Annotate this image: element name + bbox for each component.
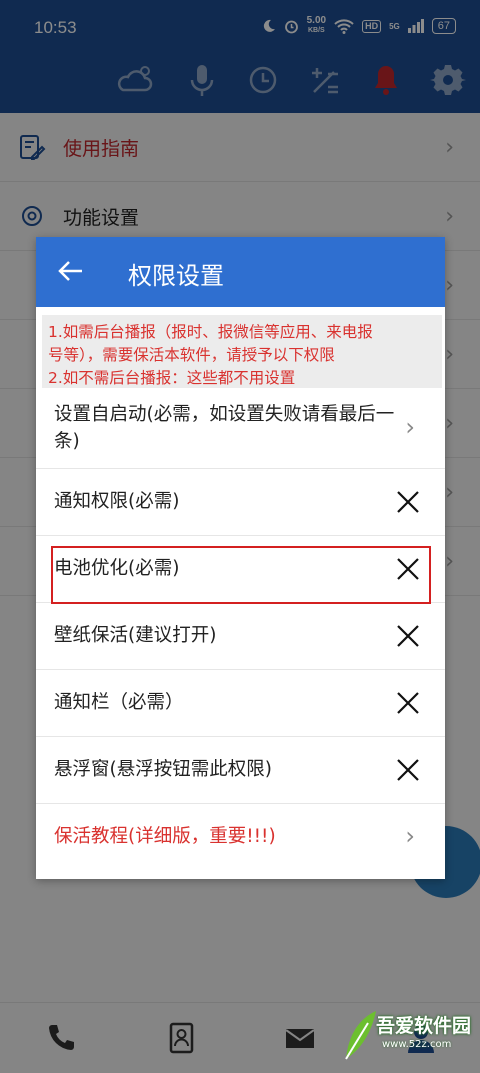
- row-label: 电池优化(必需): [54, 558, 180, 579]
- permission-row-autostart[interactable]: 设置自启动(必需，如设置失败请看最后一条) ›: [36, 388, 445, 469]
- permission-row-overlay[interactable]: 悬浮窗(悬浮按钮需此权限): [36, 737, 445, 804]
- dialog-header: 权限设置: [36, 237, 445, 307]
- close-icon[interactable]: [395, 690, 421, 716]
- notice-line: 2.如不需后台播报：这些都不用设置: [48, 369, 296, 387]
- permission-row-notification[interactable]: 通知权限(必需): [36, 469, 445, 536]
- keepalive-tutorial-row[interactable]: 保活教程(详细版，重要!!!) ›: [36, 804, 445, 871]
- row-label: 保活教程(详细版，重要!!!): [54, 826, 276, 847]
- notice-line: 1.如需后台播报（报时、报微信等应用、来电报: [48, 323, 373, 341]
- watermark-logo: 吾爱软件园 www.52z.com: [342, 1003, 472, 1069]
- permission-row-wallpaper[interactable]: 壁纸保活(建议打开): [36, 603, 445, 670]
- row-label: 通知栏（必需）: [54, 692, 184, 713]
- chevron-right-icon: ›: [405, 413, 415, 441]
- row-label: 悬浮窗(悬浮按钮需此权限): [54, 759, 272, 780]
- row-label: 通知权限(必需): [54, 491, 180, 512]
- permission-row-notification-bar[interactable]: 通知栏（必需）: [36, 670, 445, 737]
- chevron-right-icon: ›: [405, 822, 415, 850]
- close-icon[interactable]: [395, 489, 421, 515]
- notice-box: 1.如需后台播报（报时、报微信等应用、来电报 号等），需要保活本软件，请授予以下…: [42, 315, 442, 388]
- leaf-icon: [345, 1011, 376, 1060]
- watermark-url: www.52z.com: [382, 1039, 452, 1050]
- row-label: 壁纸保活(建议打开): [54, 625, 217, 646]
- back-arrow-icon[interactable]: [56, 256, 86, 286]
- notice-line: 号等），需要保活本软件，请授予以下权限: [48, 346, 335, 364]
- watermark-text: 吾爱软件园: [376, 1015, 472, 1037]
- close-icon[interactable]: [395, 757, 421, 783]
- close-icon[interactable]: [395, 556, 421, 582]
- permission-dialog: 权限设置 1.如需后台播报（报时、报微信等应用、来电报 号等），需要保活本软件，…: [36, 237, 445, 879]
- row-label: 设置自启动(必需，如设置失败请看最后一条): [54, 404, 395, 452]
- dialog-title: 权限设置: [128, 262, 224, 290]
- permission-row-battery[interactable]: 电池优化(必需): [36, 536, 445, 603]
- close-icon[interactable]: [395, 623, 421, 649]
